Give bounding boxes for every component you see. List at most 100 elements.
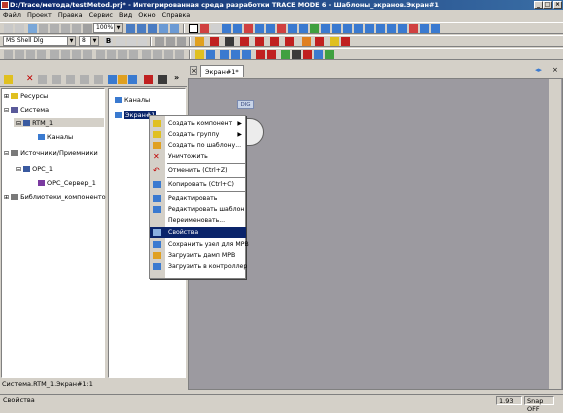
trend-icon[interactable] [266,24,275,33]
yellow-color-icon[interactable] [330,37,339,46]
tool-a-icon[interactable] [4,50,13,59]
menu-view[interactable]: Вид [119,11,132,19]
compile-icon[interactable] [242,50,251,59]
menu-item-load-dump[interactable]: Загрузить дамп МРВ [150,250,246,261]
text-tool-icon[interactable] [211,24,220,33]
expander-icon[interactable]: ⊞ [4,194,9,201]
paste-node-icon[interactable] [52,75,61,84]
binoculars-icon[interactable] [144,75,153,84]
expander-icon[interactable]: ⊞ [4,93,9,100]
layer3-icon[interactable] [177,37,186,46]
clock-icon[interactable] [365,24,374,33]
rect-icon[interactable] [222,24,231,33]
view-icon[interactable] [170,24,179,33]
filter-icon[interactable] [158,75,167,84]
props-node-icon[interactable] [66,75,75,84]
polygon-icon[interactable] [244,24,253,33]
slider-icon[interactable] [376,24,385,33]
indicator-icon[interactable] [398,24,407,33]
font-size-select[interactable]: 8 ▼ [79,36,99,46]
up-node-icon[interactable] [80,75,89,84]
debug-icon[interactable] [256,50,265,59]
tool-b-icon[interactable] [15,50,24,59]
tree-item-rtm1[interactable]: ⊟ RTM_1 [16,119,53,128]
tool-o-icon[interactable] [164,50,173,59]
monitor-icon[interactable] [314,50,323,59]
menu-item-undo[interactable]: ↶ Отменить (Ctrl+Z) [150,165,246,176]
bar-icon[interactable] [277,24,286,33]
collapser-icon[interactable]: ⊟ [4,150,9,157]
down-node-icon[interactable] [94,75,103,84]
menu-item-edit-template[interactable]: Редактировать шаблон [150,204,246,215]
grid-icon[interactable] [159,24,168,33]
paste-icon[interactable] [61,24,70,33]
tool-l-icon[interactable] [129,50,138,59]
minimize-button[interactable]: _ [534,1,543,9]
pattern-icon[interactable] [270,37,279,46]
menu-item-create-component[interactable]: Создать компонент ▶ [150,118,246,129]
menu-item-create-group[interactable]: Создать группу ▶ [150,129,246,140]
zoom-icon[interactable] [83,24,92,33]
expand-panel-icon[interactable]: » [174,73,179,82]
collapser-icon[interactable]: ⊟ [16,120,21,127]
menu-item-save-node[interactable]: Сохранить узел для МРВ [150,239,249,250]
tree-item-channels[interactable]: Каналы [38,133,73,141]
alarm-icon[interactable] [354,24,363,33]
status-snap[interactable]: Snap OFF [524,396,554,413]
dig-component-label[interactable]: DIG [237,100,254,109]
menu-project[interactable]: Проект [27,11,52,19]
menu-item-edit[interactable]: Редактировать [150,193,246,204]
close-button[interactable]: × [553,1,562,9]
save-icon[interactable] [206,50,215,59]
maximize-button[interactable]: □ [543,1,552,9]
collapser-icon[interactable]: ⊟ [16,166,21,173]
pipe-icon[interactable] [420,24,429,33]
menu-item-destroy[interactable]: ✕ Уничтожить [150,151,246,162]
cut-icon[interactable] [39,24,48,33]
fill-color-icon[interactable] [240,37,249,46]
tree-node-icon[interactable] [128,75,137,84]
folder-icon[interactable] [195,50,204,59]
delete-node-icon[interactable]: ✕ [26,74,34,84]
tree-item-resources[interactable]: ⊞ Ресурсы [4,92,48,101]
bucket-icon[interactable] [302,37,311,46]
step-icon[interactable] [281,50,290,59]
report-icon[interactable] [343,24,352,33]
arrow-tool-icon[interactable] [299,24,308,33]
table-icon[interactable] [288,24,297,33]
fit-icon[interactable] [148,24,157,33]
print-icon[interactable] [28,24,37,33]
line-color-icon[interactable] [210,37,219,46]
menu-item-copy[interactable]: Копировать (Ctrl+C) [150,179,246,190]
font-color-icon[interactable] [195,37,204,46]
copy-icon[interactable] [50,24,59,33]
pointer-icon[interactable] [189,24,198,33]
tool-j-icon[interactable] [107,50,116,59]
zoom-select[interactable]: 100% ▼ [93,23,123,33]
tool-i-icon[interactable] [96,50,105,59]
menu-help[interactable]: Справка [162,11,191,19]
stop-icon[interactable] [231,50,240,59]
tree-item-opc-server[interactable]: OPC_Сервер_1 [38,179,96,187]
align-left-icon[interactable] [116,37,125,46]
menu-edit[interactable]: Правка [58,11,83,19]
menu-file[interactable]: Файл [3,11,21,19]
lamp-icon[interactable] [409,24,418,33]
font-select[interactable]: MS Shell Dlg ▼ [3,36,76,46]
tool-p-icon[interactable] [175,50,184,59]
undo-icon[interactable] [4,24,13,33]
tool-c-icon[interactable] [26,50,35,59]
bug-icon[interactable] [325,50,334,59]
mid-item-channels[interactable]: Каналы [115,96,150,104]
menu-item-create-from-template[interactable]: Создать по шаблону... [150,140,246,151]
brush-icon[interactable] [315,37,324,46]
switch-icon[interactable] [387,24,396,33]
red-color-icon[interactable] [341,37,350,46]
gradient-icon[interactable] [255,37,264,46]
align-right-icon[interactable] [138,37,147,46]
vertical-scrollbar[interactable] [549,79,561,389]
gauge-icon[interactable] [310,24,319,33]
menu-item-rename[interactable]: Переименовать... [150,215,246,226]
layer2-icon[interactable] [166,37,175,46]
tool-e-icon[interactable] [50,50,59,59]
